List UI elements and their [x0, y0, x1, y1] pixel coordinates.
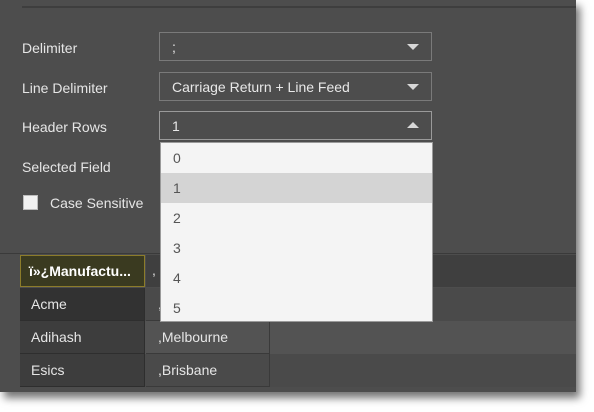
table-row[interactable]: Esics ,Brisbane — [20, 354, 576, 387]
column-header-manufacturer[interactable]: ï»¿Manufactu... — [20, 255, 145, 287]
dropdown-option[interactable]: 2 — [161, 203, 432, 233]
dropdown-option[interactable]: 5 — [161, 293, 432, 323]
case-sensitive-label: Case Sensitive — [50, 195, 144, 211]
import-settings-panel: Delimiter ; Line Delimiter Carriage Retu… — [0, 0, 576, 392]
header-rows-value: 1 — [172, 118, 180, 134]
dropdown-option[interactable]: 0 — [161, 143, 432, 173]
delimiter-label: Delimiter — [22, 40, 78, 56]
case-sensitive-checkbox[interactable] — [23, 195, 38, 210]
dropdown-option[interactable]: 3 — [161, 233, 432, 263]
line-delimiter-value: Carriage Return + Line Feed — [172, 79, 350, 95]
top-divider — [22, 6, 576, 8]
table-cell[interactable]: ,Melbourne — [146, 321, 270, 354]
table-cell[interactable]: Acme — [20, 288, 145, 321]
table-cell[interactable]: Adihash — [20, 321, 145, 354]
table-cell[interactable]: ,Brisbane — [146, 354, 270, 387]
line-delimiter-select[interactable]: Carriage Return + Line Feed — [159, 72, 432, 101]
line-delimiter-label: Line Delimiter — [22, 80, 108, 96]
table-cell[interactable]: Esics — [20, 354, 145, 387]
header-rows-dropdown-list: 0 1 2 3 4 5 — [160, 142, 433, 322]
dropdown-option[interactable]: 4 — [161, 263, 432, 293]
selected-field-label: Selected Field — [22, 159, 111, 175]
chevron-down-icon — [407, 44, 419, 50]
delimiter-select[interactable]: ; — [159, 32, 432, 61]
header-rows-label: Header Rows — [22, 119, 107, 135]
chevron-up-icon — [407, 122, 419, 128]
header-rows-select[interactable]: 1 — [159, 111, 432, 140]
table-row[interactable]: Adihash ,Melbourne — [20, 321, 576, 354]
chevron-down-icon — [407, 84, 419, 90]
dropdown-option-selected[interactable]: 1 — [161, 173, 432, 203]
delimiter-value: ; — [172, 39, 176, 55]
